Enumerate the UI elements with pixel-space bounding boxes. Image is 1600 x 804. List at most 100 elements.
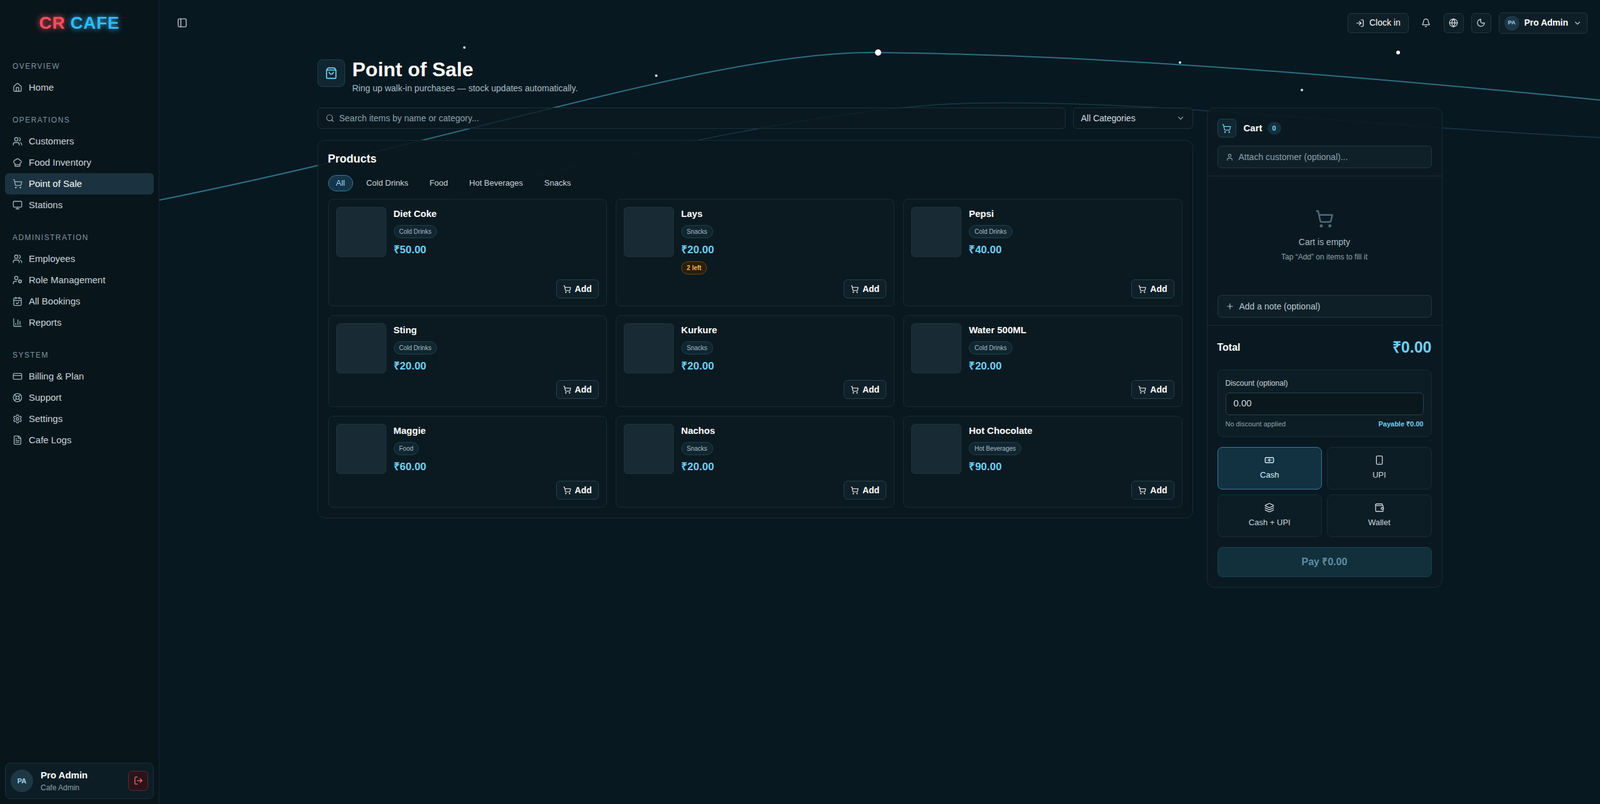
product-price: ₹20.00	[681, 358, 715, 375]
product-grid: Diet CokeCold Drinks₹50.00AddLaysSnacks₹…	[328, 198, 1183, 508]
category-badge: Cold Drinks	[968, 341, 1013, 355]
product-price: ₹60.00	[393, 458, 427, 475]
category-tab[interactable]: Hot Beverages	[461, 175, 532, 192]
sidebar-nav: OVERVIEWHomeOPERATIONSCustomersFood Inve…	[0, 45, 159, 758]
product-card: Diet CokeCold Drinks₹50.00Add	[328, 198, 607, 307]
sidebar-toggle[interactable]	[171, 13, 192, 34]
product-image	[336, 206, 387, 257]
product-card: NachosSnacks₹20.00Add	[615, 415, 895, 508]
product-card: KurkureSnacks₹20.00Add	[615, 315, 895, 407]
add-button[interactable]: Add	[556, 380, 599, 399]
pay-button[interactable]: Pay ₹0.00	[1217, 546, 1432, 577]
category-select[interactable]: All Categories	[1073, 107, 1194, 129]
user-name: Pro Admin	[40, 768, 121, 783]
product-name: Sting	[393, 323, 418, 338]
add-button[interactable]: Add	[1131, 279, 1174, 299]
page-title: Point of Sale	[352, 56, 579, 82]
payment-method[interactable]: Wallet	[1326, 494, 1432, 537]
topbar-icon-button[interactable]	[1471, 13, 1492, 34]
search-input[interactable]: Search items by name or category...	[317, 107, 1066, 129]
discount-input[interactable]: 0.00	[1225, 392, 1424, 415]
nav-icon	[12, 413, 23, 424]
payment-icon	[1374, 502, 1385, 513]
logo-text: CAFE	[70, 10, 120, 37]
sidebar-item[interactable]: All Bookings	[5, 290, 154, 312]
add-button[interactable]: Add	[1131, 380, 1174, 399]
sidebar-item[interactable]: Employees	[5, 248, 154, 270]
product-name: Pepsi	[968, 206, 994, 222]
sidebar-item[interactable]: Billing & Plan	[5, 365, 154, 387]
sidebar-item[interactable]: Reports	[5, 311, 154, 334]
product-card: Hot ChocolateHot Beverages₹90.00Add	[903, 415, 1182, 508]
topbar-icon-button[interactable]	[1416, 13, 1437, 34]
nav-icon	[12, 392, 23, 403]
page-subtitle: Ring up walk-in purchases — stock update…	[352, 81, 579, 95]
product-card: PepsiCold Drinks₹40.00Add	[903, 198, 1182, 307]
product-price: ₹50.00	[393, 241, 427, 259]
product-price: ₹20.00	[968, 358, 1002, 375]
category-tab[interactable]: Food	[421, 175, 457, 192]
sidebar-item[interactable]: Customers	[5, 130, 154, 152]
chevron-icon	[1573, 18, 1582, 28]
sidebar-section: OVERVIEW Home	[5, 60, 154, 99]
product-name: Maggie	[393, 423, 427, 439]
logout-button[interactable]	[128, 770, 149, 791]
add-button[interactable]: Add	[843, 279, 887, 299]
nav-icon	[12, 157, 23, 168]
sidebar-item[interactable]: Settings	[5, 408, 154, 430]
user-menu[interactable]: PAPro Admin	[1498, 12, 1588, 34]
sidebar-section: SYSTEMBilling & PlanSupportSettingsCafe …	[5, 349, 154, 451]
product-image	[911, 423, 962, 474]
plus-icon	[1225, 301, 1235, 311]
product-price: ₹20.00	[681, 458, 715, 475]
clock-in-button[interactable]: Clock in	[1347, 13, 1409, 34]
cart-icon	[563, 285, 572, 294]
add-button[interactable]: Add	[556, 480, 599, 500]
category-badge: Cold Drinks	[393, 341, 438, 355]
main-area: Clock in PAPro Admin Point of SaleRing up …	[159, 0, 1600, 804]
payment-method[interactable]: UPI	[1326, 446, 1432, 490]
add-button[interactable]: Add	[1131, 480, 1174, 500]
sidebar-item[interactable]: Point of Sale	[5, 173, 154, 195]
cart-count: 0	[1267, 121, 1282, 135]
section-label: ADMINISTRATION	[5, 231, 154, 244]
sidebar-item[interactable]: Cafe Logs	[5, 429, 154, 451]
sidebar-item[interactable]: Home	[5, 76, 154, 99]
app: CRCAFEOVERVIEWHomeOPERATIONSCustomersFoo…	[0, 0, 1600, 804]
cart-icon	[563, 385, 572, 394]
topbar-icon-button[interactable]	[1443, 13, 1464, 34]
payment-icon	[1264, 502, 1275, 513]
sidebar-item[interactable]: Support	[5, 386, 154, 409]
category-tab[interactable]: All	[328, 175, 354, 192]
product-name: Water 500ML	[968, 323, 1027, 338]
payment-method[interactable]: Cash + UPI	[1217, 494, 1323, 537]
category-badge: Hot Beverages	[968, 441, 1022, 455]
payable: Payable ₹0.00	[1378, 418, 1424, 430]
product-image	[911, 206, 962, 257]
sidebar-item[interactable]: Role Management	[5, 269, 154, 291]
category-badge: Snacks	[681, 441, 714, 455]
nav-icon	[12, 371, 23, 382]
product-image	[336, 423, 387, 474]
add-button[interactable]: Add	[556, 279, 599, 299]
products-panel: ProductsAllCold DrinksFoodHot BeveragesS…	[317, 140, 1194, 519]
payment-method[interactable]: Cash	[1217, 446, 1323, 490]
product-image	[623, 206, 674, 257]
sidebar-item[interactable]: Stations	[5, 194, 154, 216]
category-tab[interactable]: Snacks	[536, 175, 580, 192]
add-button[interactable]: Add	[843, 380, 887, 399]
nav-icon	[12, 275, 23, 285]
sidebar-item[interactable]: Food Inventory	[5, 151, 154, 174]
products-title: Products	[328, 150, 1183, 168]
add-button[interactable]: Add	[843, 480, 887, 500]
product-name: Kurkure	[681, 323, 718, 338]
bell-icon	[1421, 18, 1431, 28]
add-note-button[interactable]: Add a note (optional)	[1217, 295, 1432, 318]
discount-box: Discount (optional)0.00No discount appli…	[1217, 369, 1432, 438]
cart-icon	[563, 486, 572, 495]
cart-title: Cart	[1243, 121, 1263, 136]
logo[interactable]: CRCAFE	[0, 0, 159, 46]
section-label: OVERVIEW	[5, 60, 154, 72]
category-tab[interactable]: Cold Drinks	[358, 175, 417, 192]
customer-input[interactable]: Attach customer (optional)...	[1217, 145, 1432, 169]
